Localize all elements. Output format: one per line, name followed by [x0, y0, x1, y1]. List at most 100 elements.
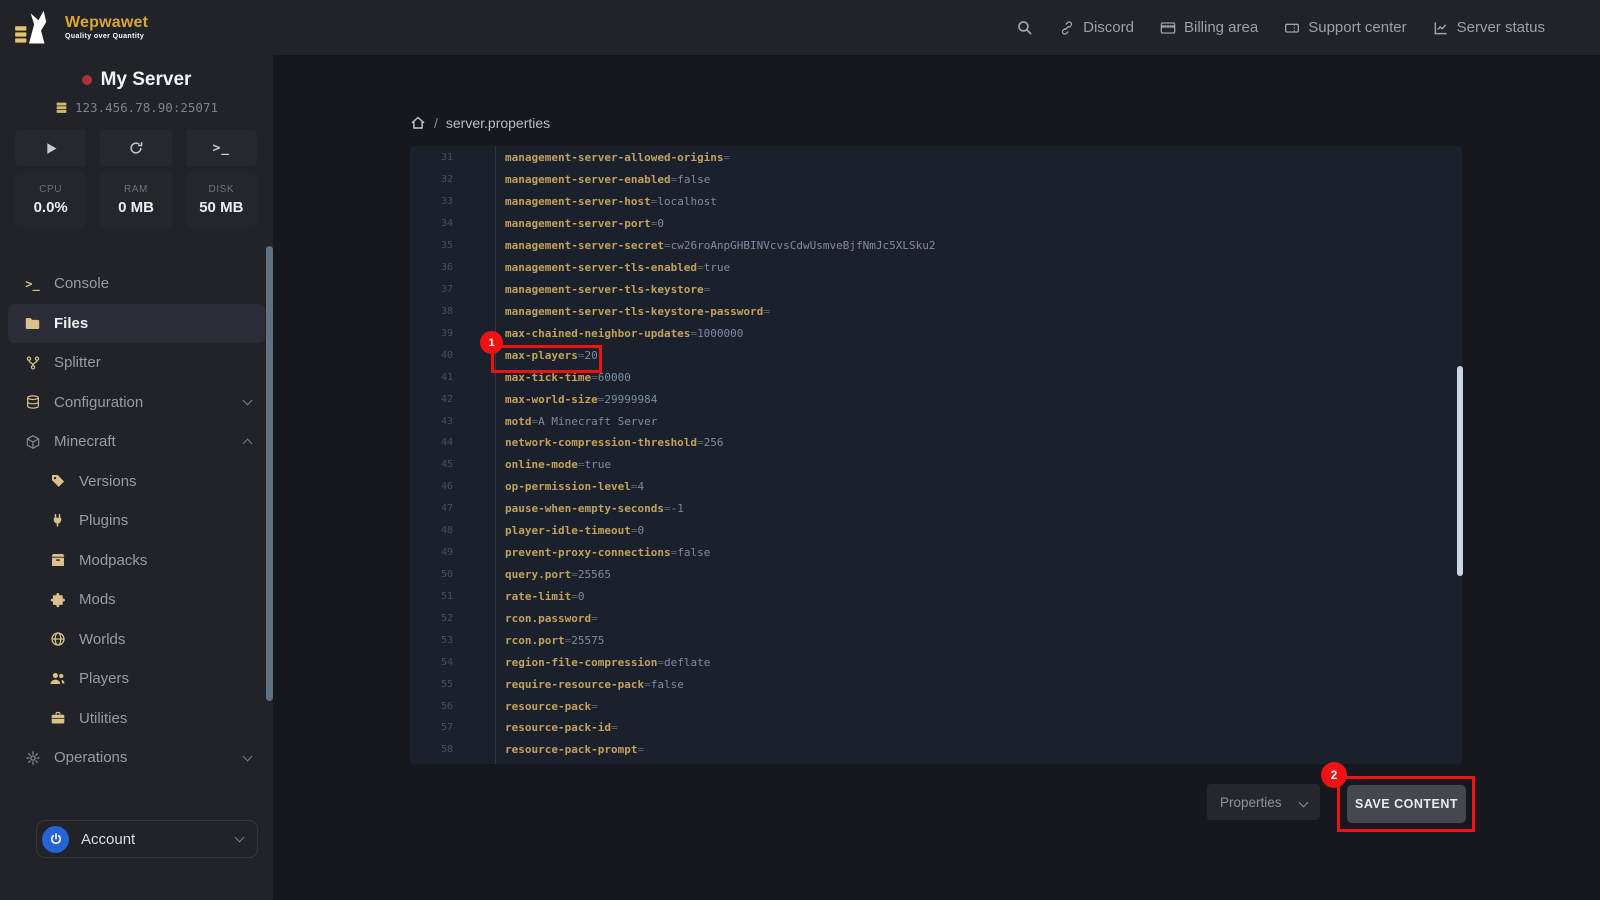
line-number: 52 — [410, 613, 453, 624]
editor-line: 46 op-permission-level=4 — [410, 476, 1462, 498]
line-number: 33 — [410, 196, 453, 207]
code-text: management-server-enabled=false — [453, 173, 710, 186]
editor-line: 53 rcon.port=25575 — [410, 629, 1462, 651]
annotation-box-save-content — [1337, 776, 1475, 832]
annotation-circle-1: 1 — [480, 331, 503, 354]
stat-value: 0.0% — [34, 199, 68, 216]
sidebar-item-mods[interactable]: Mods — [0, 580, 273, 620]
sidebar-item-label: Utilities — [79, 710, 127, 727]
sidebar-item-modpacks[interactable]: Modpacks — [0, 541, 273, 581]
code-text: management-server-host=localhost — [453, 195, 717, 208]
file-type-select[interactable]: Properties — [1207, 784, 1320, 820]
brand-logo[interactable]: Wepwawet Quality over Quantity — [14, 9, 148, 47]
line-number: 31 — [410, 152, 453, 163]
globe-icon — [49, 631, 66, 647]
toolbox-icon — [49, 710, 66, 726]
server-controls: >_ — [15, 130, 257, 166]
chart-icon — [1433, 20, 1449, 36]
server-status-dot — [82, 75, 92, 85]
line-number: 50 — [410, 569, 453, 580]
link-icon — [1059, 20, 1075, 36]
sidebar-item-label: Plugins — [79, 512, 128, 529]
stat-box: DISK 50 MB — [186, 172, 257, 228]
line-number: 43 — [410, 416, 453, 427]
code-text: network-compression-threshold=256 — [453, 436, 724, 449]
server-stats: CPU 0.0% RAM 0 MB DISK 50 MB — [15, 172, 257, 228]
editor-line: 39 max-chained-neighbor-updates=1000000 — [410, 322, 1462, 344]
search-button[interactable] — [1016, 19, 1033, 36]
main-content: / server.properties 31 management-server… — [273, 55, 1600, 900]
breadcrumb-separator: / — [434, 115, 438, 131]
sidebar-item-label: Versions — [79, 473, 137, 490]
tag-icon — [49, 473, 66, 489]
restart-icon — [128, 140, 144, 156]
start-server-button[interactable] — [15, 130, 86, 166]
line-number: 54 — [410, 657, 453, 668]
brand-name: Wepwawet — [65, 14, 148, 32]
nav-label: Support center — [1308, 19, 1406, 36]
account-menu[interactable]: Account — [36, 820, 258, 858]
sidebar-item-utilities[interactable]: Utilities — [0, 699, 273, 739]
line-number: 49 — [410, 547, 453, 558]
sidebar-item-operations[interactable]: Operations — [0, 738, 273, 778]
editor-line: 56 resource-pack= — [410, 695, 1462, 717]
open-console-button[interactable]: >_ — [186, 130, 257, 166]
sidebar-nav: >_ Console Files Splitter Configuration … — [0, 264, 273, 778]
editor-line: 31 management-server-allowed-origins= — [410, 147, 1462, 169]
code-text: region-file-compression=deflate — [453, 656, 710, 669]
sidebar-item-versions[interactable]: Versions — [0, 462, 273, 502]
code-text: management-server-tls-keystore-password= — [453, 305, 770, 318]
stat-label: RAM — [124, 184, 148, 195]
code-text: resource-pack= — [453, 700, 598, 713]
nav-item-billing-area[interactable]: Billing area — [1160, 19, 1258, 36]
power-icon — [42, 826, 69, 853]
editor-line: 34 management-server-port=0 — [410, 213, 1462, 235]
editor-line: 55 require-resource-pack=false — [410, 673, 1462, 695]
credit-card-icon — [1160, 20, 1176, 36]
server-address-text: 123.456.78.90:25071 — [75, 100, 218, 115]
stat-label: DISK — [208, 184, 234, 195]
line-number: 58 — [410, 744, 453, 755]
code-text: rcon.password= — [453, 612, 598, 625]
sidebar-item-minecraft[interactable]: Minecraft — [0, 422, 273, 462]
nav-item-support-center[interactable]: Support center — [1284, 19, 1406, 36]
sidebar-scrollbar[interactable] — [266, 246, 273, 701]
account-label: Account — [81, 831, 135, 848]
editor-line: 51 rate-limit=0 — [410, 585, 1462, 607]
sidebar-item-files[interactable]: Files — [8, 304, 265, 344]
server-address: 123.456.78.90:25071 — [0, 100, 273, 115]
sidebar-item-console[interactable]: >_ Console — [0, 264, 273, 304]
sidebar-item-configuration[interactable]: Configuration — [0, 383, 273, 423]
nav-label: Discord — [1083, 19, 1134, 36]
file-editor[interactable]: 31 management-server-allowed-origins= 32… — [410, 146, 1462, 764]
nav-item-server-status[interactable]: Server status — [1433, 19, 1545, 36]
line-number: 47 — [410, 503, 453, 514]
code-text: query.port=25565 — [453, 568, 611, 581]
home-icon[interactable] — [410, 115, 426, 131]
sidebar-item-players[interactable]: Players — [0, 659, 273, 699]
logo-jackal-icon — [14, 9, 56, 47]
annotation-circle-2: 2 — [1321, 762, 1347, 788]
line-number: 34 — [410, 218, 453, 229]
code-text: management-server-secret=cw26roAnpGHBINV… — [453, 239, 935, 252]
search-icon — [1016, 19, 1033, 36]
breadcrumb-file-name: server.properties — [446, 115, 550, 131]
line-number: 39 — [410, 328, 453, 339]
editor-scrollbar[interactable] — [1457, 366, 1463, 576]
line-number: 40 — [410, 350, 453, 361]
chevron-up-icon — [243, 439, 253, 449]
nav-item-discord[interactable]: Discord — [1059, 19, 1134, 36]
code-text: resource-pack-id= — [453, 721, 618, 734]
sidebar-item-label: Console — [54, 275, 109, 292]
topbar: Wepwawet Quality over Quantity Discord B… — [0, 0, 1600, 55]
sidebar-item-worlds[interactable]: Worlds — [0, 620, 273, 660]
puzzle-icon — [49, 592, 66, 608]
restart-server-button[interactable] — [100, 130, 171, 166]
editor-line: 48 player-idle-timeout=0 — [410, 520, 1462, 542]
editor-line: 58 resource-pack-prompt= — [410, 739, 1462, 761]
sidebar-item-splitter[interactable]: Splitter — [0, 343, 273, 383]
sidebar-item-plugins[interactable]: Plugins — [0, 501, 273, 541]
code-text: require-resource-pack=false — [453, 678, 684, 691]
editor-line: 52 rcon.password= — [410, 607, 1462, 629]
users-icon — [49, 670, 66, 687]
